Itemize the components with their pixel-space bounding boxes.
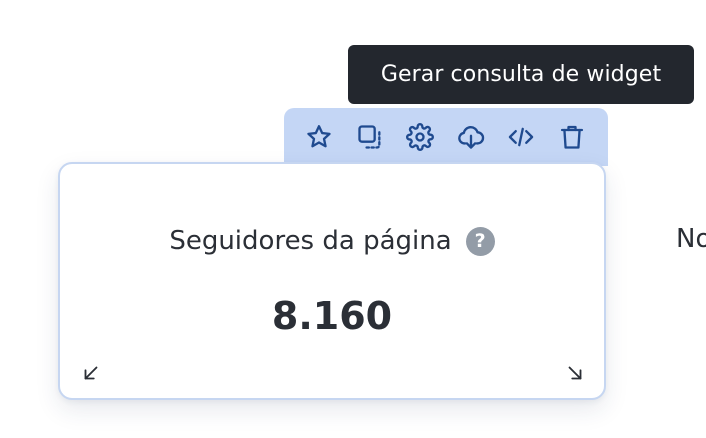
gear-icon xyxy=(406,123,435,151)
code-icon xyxy=(509,127,534,147)
widget-card[interactable]: Seguidores da página ? 8.160 xyxy=(58,162,606,400)
tooltip: Gerar consulta de widget xyxy=(348,45,694,104)
duplicate-button[interactable] xyxy=(345,112,396,162)
download-button[interactable] xyxy=(446,112,497,162)
next-widget-title: No xyxy=(676,224,706,254)
cloud-download-icon xyxy=(457,126,484,149)
widget-title: Seguidores da página xyxy=(169,226,452,256)
trash-icon xyxy=(560,125,583,149)
generate-query-button[interactable] xyxy=(496,112,547,162)
help-icon[interactable]: ? xyxy=(465,226,495,256)
widget-header: Seguidores da página ? xyxy=(60,226,604,256)
settings-button[interactable] xyxy=(395,112,446,162)
favorite-button[interactable] xyxy=(294,112,345,162)
delete-button[interactable] xyxy=(547,112,598,162)
resize-handle-bottom-left[interactable] xyxy=(80,362,102,384)
arrow-down-right-icon xyxy=(568,366,582,380)
widget-toolbar xyxy=(284,108,608,166)
dashboard-canvas: Gerar consulta de widget Seguidores da p… xyxy=(0,0,706,438)
arrow-down-left-icon xyxy=(84,366,98,380)
widget-value: 8.160 xyxy=(271,294,393,338)
resize-handle-bottom-right[interactable] xyxy=(564,362,586,384)
star-icon xyxy=(307,125,331,148)
tooltip-text: Gerar consulta de widget xyxy=(380,62,662,87)
duplicate-icon xyxy=(358,125,381,149)
